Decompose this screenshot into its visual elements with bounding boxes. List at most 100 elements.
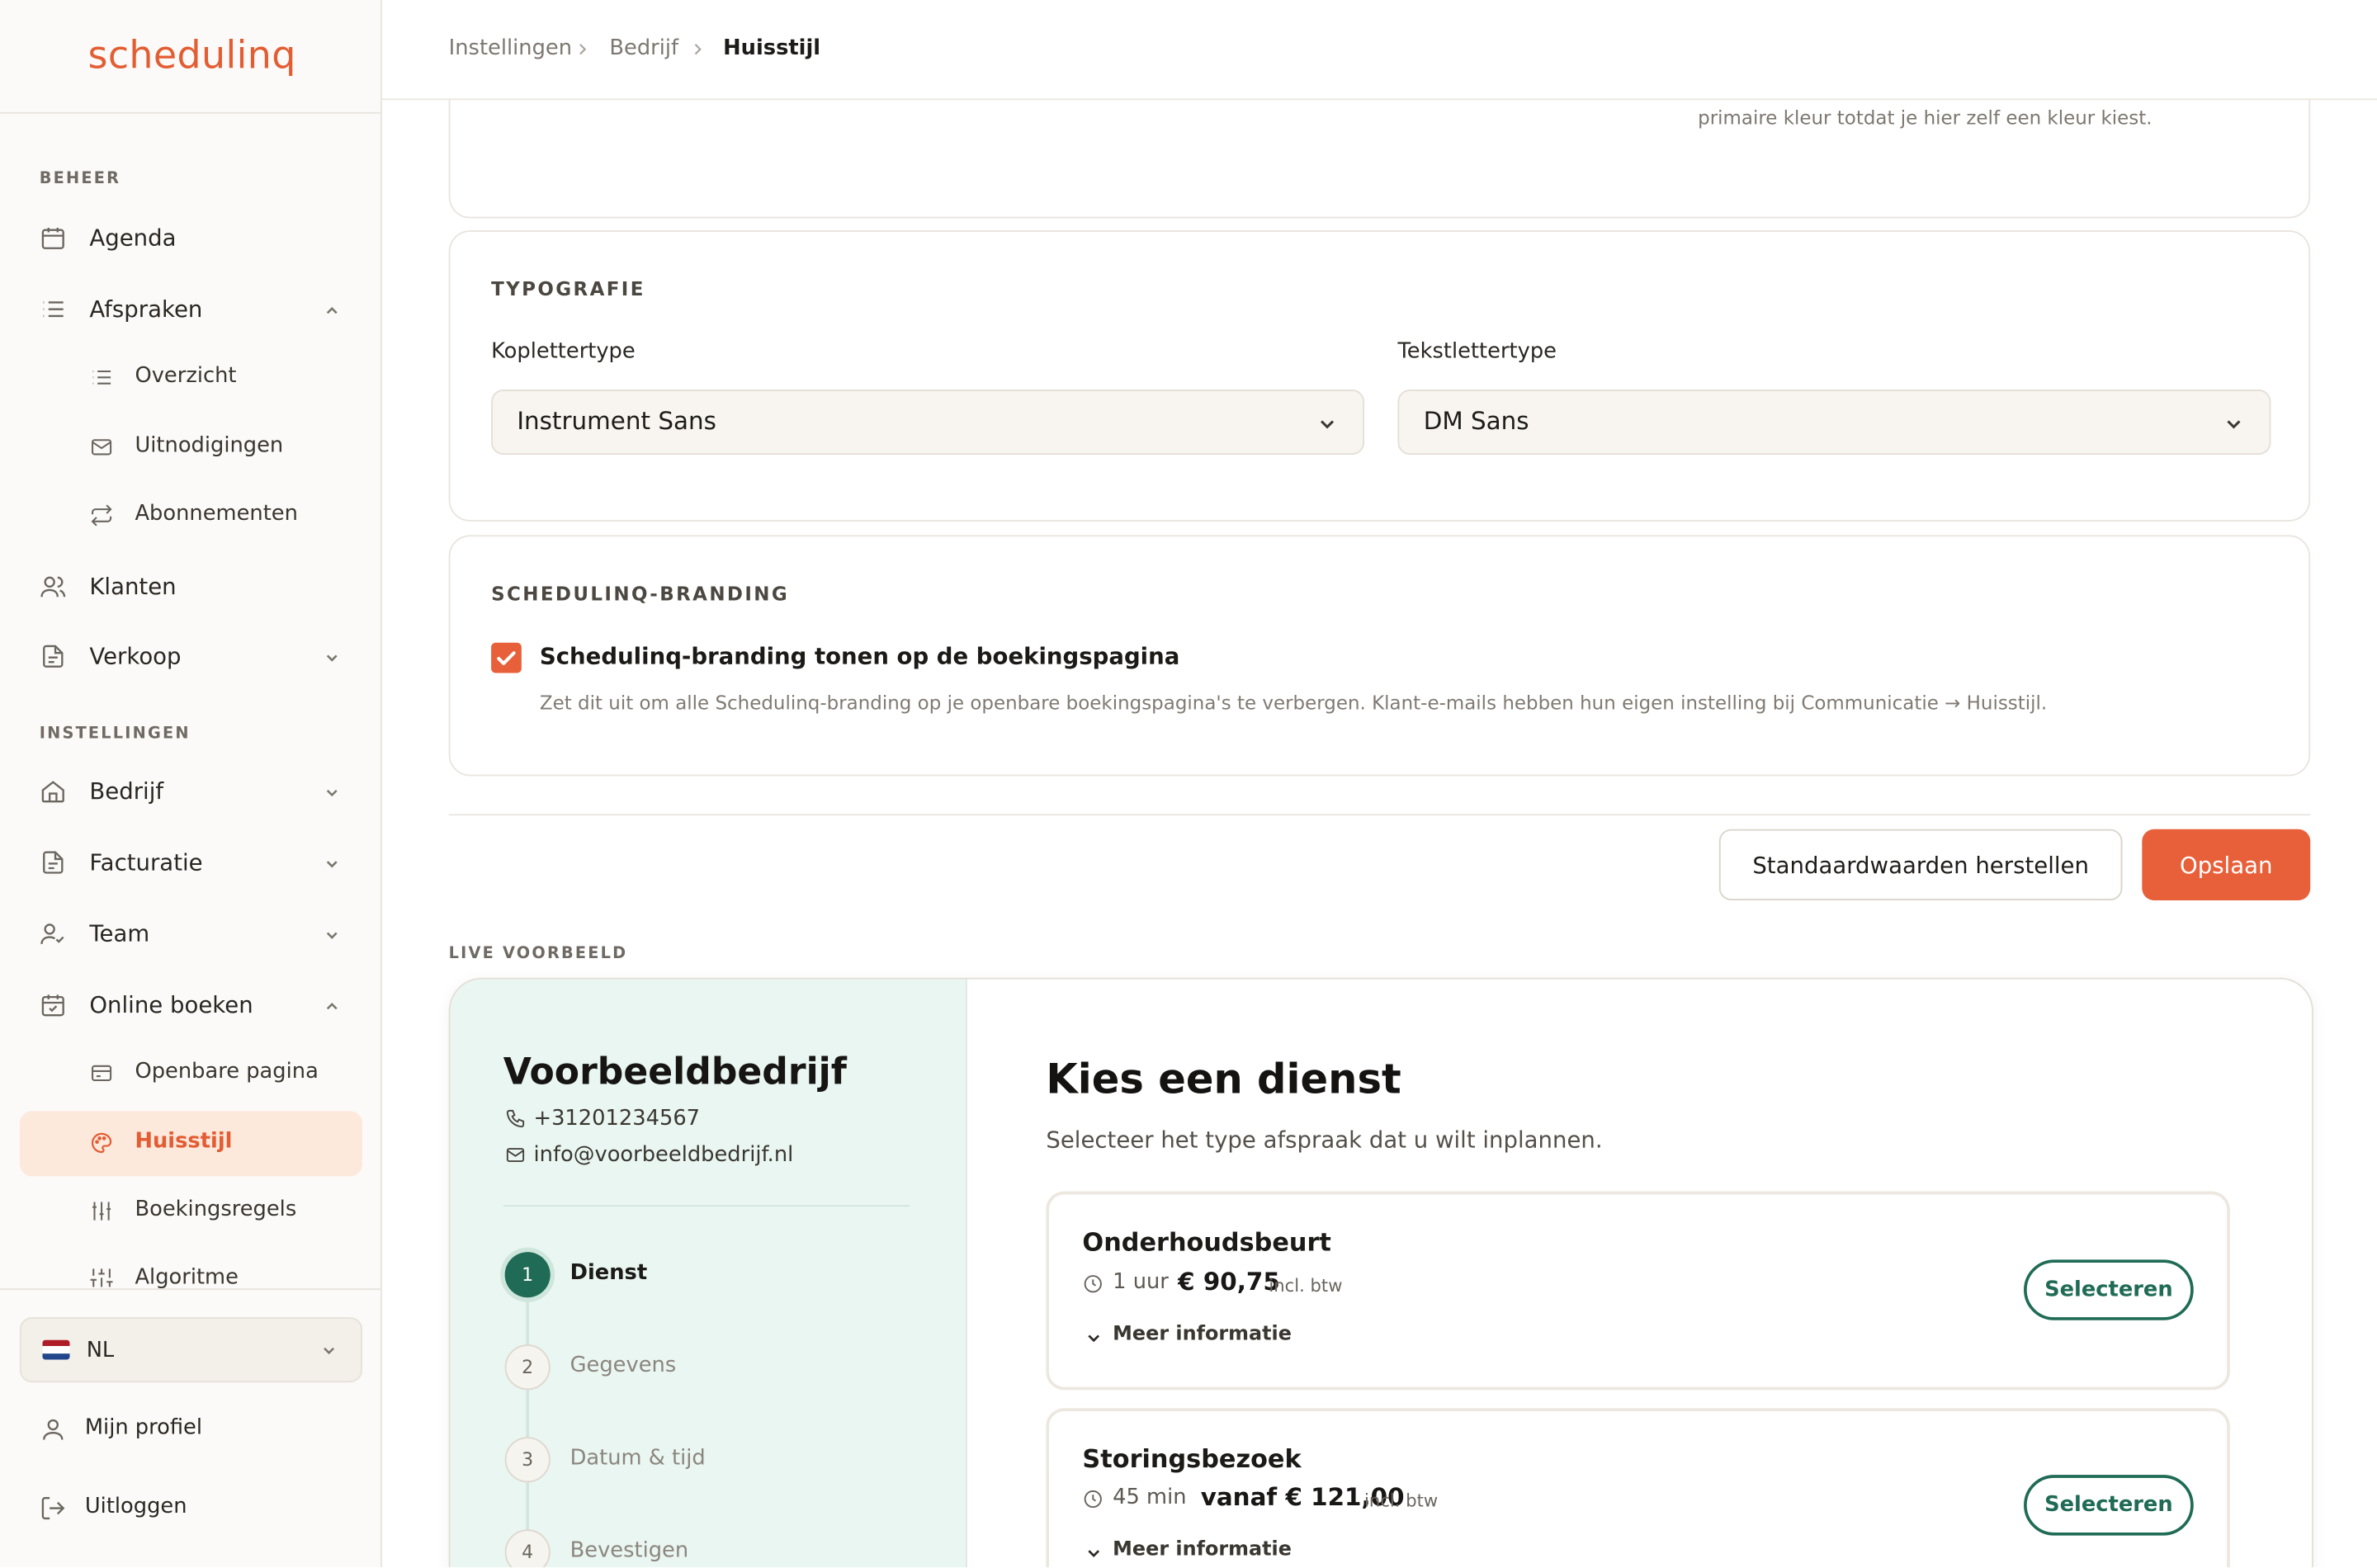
sidebar-item-label: Uitloggen xyxy=(84,1495,187,1519)
select-value: Instrument Sans xyxy=(517,406,716,436)
sidebar-subitem-openbare-pagina[interactable]: Openbare pagina xyxy=(20,1043,362,1103)
rules-icon xyxy=(89,1199,113,1223)
sidebar-subitem-algoritme[interactable]: Algoritme xyxy=(20,1246,362,1288)
chevron-right-icon xyxy=(576,42,590,56)
chevron-down-icon xyxy=(320,1342,338,1360)
card-icon xyxy=(89,1061,113,1085)
step-label: Bevestigen xyxy=(569,1538,689,1563)
heading-font-select[interactable]: Instrument Sans xyxy=(491,390,1365,456)
branding-checkbox[interactable] xyxy=(491,642,522,673)
users-icon xyxy=(40,573,67,600)
sidebar-subitem-huisstijl[interactable]: Huisstijl xyxy=(19,1111,362,1177)
list-icon xyxy=(89,366,113,390)
step-connector xyxy=(526,1482,530,1532)
card-title: SCHEDULINQ-BRANDING xyxy=(491,582,790,605)
branding-card: SCHEDULINQ-BRANDING Schedulinq-branding … xyxy=(448,535,2311,777)
sidebar-item-facturatie[interactable]: Facturatie xyxy=(20,831,362,895)
app-logo[interactable]: schedulinq xyxy=(88,33,296,77)
service-card[interactable]: Storingsbezoek 45 min vanaf € 121,00 inc… xyxy=(1046,1408,2230,1568)
select-service-button[interactable]: Selecteren xyxy=(2024,1475,2194,1536)
logout-icon xyxy=(40,1495,67,1522)
preview-heading: Kies een dienst xyxy=(1046,1056,1401,1104)
step-label: Gegevens xyxy=(569,1353,677,1378)
chevron-right-icon xyxy=(692,42,706,56)
phone-icon xyxy=(505,1108,527,1130)
preview-company-name: Voorbeeldbedrijf xyxy=(503,1050,847,1093)
sidebar-item-label: Verkoop xyxy=(89,642,182,670)
reset-defaults-button[interactable]: Standaardwaarden herstellen xyxy=(1718,829,2123,901)
save-button[interactable]: Opslaan xyxy=(2142,829,2311,901)
sidebar-item-label: Overzicht xyxy=(135,363,237,389)
chevron-down-icon xyxy=(1085,1545,1102,1561)
branding-help-text: Zet dit uit om alle Schedulinq-branding … xyxy=(539,691,2048,715)
sidebar-subitem-uitnodigingen[interactable]: Uitnodigingen xyxy=(20,417,362,477)
service-duration: 45 min xyxy=(1113,1485,1187,1510)
breadcrumb-instellingen[interactable]: Instellingen xyxy=(449,36,572,60)
preview-label: LIVE VOORBEELD xyxy=(448,944,628,963)
service-name: Storingsbezoek xyxy=(1082,1444,1302,1474)
chevron-down-icon xyxy=(323,784,341,802)
calendar-icon xyxy=(40,224,67,252)
branding-checkbox-label[interactable]: Schedulinq-branding tonen op de boekings… xyxy=(540,643,1179,670)
sidebar-item-klanten[interactable]: Klanten xyxy=(20,555,362,618)
sidebar-item-verkoop[interactable]: Verkoop xyxy=(20,625,362,688)
sidebar-item-label: Abonnementen xyxy=(135,501,298,527)
sidebar-subitem-abonnementen[interactable]: Abonnementen xyxy=(20,485,362,545)
step-label: Datum & tijd xyxy=(569,1446,706,1471)
sidebar-item-agenda[interactable]: Agenda xyxy=(20,206,362,270)
sidebar-item-online-boeken[interactable]: Online boeken xyxy=(20,973,362,1037)
divider xyxy=(448,814,2311,816)
section-label-beheer: BEHEER xyxy=(39,169,121,188)
service-tax-note: incl. btw xyxy=(1269,1274,1343,1296)
topbar: Instellingen Bedrijf Huisstijl xyxy=(381,0,2377,101)
sidebar-subitem-boekingsregels[interactable]: Boekingsregels xyxy=(20,1181,362,1241)
sidebar-item-label: Openbare pagina xyxy=(135,1059,319,1084)
sidebar-item-label: Klanten xyxy=(89,573,177,601)
select-service-button[interactable]: Selecteren xyxy=(2024,1259,2194,1320)
step-connector xyxy=(526,1297,530,1347)
list-icon xyxy=(40,295,67,323)
language-selector[interactable]: NL xyxy=(19,1317,362,1383)
chevron-down-icon xyxy=(323,855,341,873)
sidebar-item-label: Agenda xyxy=(89,224,177,252)
breadcrumb-bedrijf[interactable]: Bedrijf xyxy=(609,36,678,60)
palette-icon xyxy=(89,1131,113,1155)
language-label: NL xyxy=(86,1338,115,1363)
preview-email: info@voorbeeldbedrijf.nl xyxy=(533,1142,794,1168)
more-info-toggle[interactable]: Meer informatie xyxy=(1113,1538,1292,1561)
step-connector xyxy=(526,1390,530,1439)
check-icon xyxy=(497,651,516,665)
service-card[interactable]: Onderhoudsbeurt 1 uur € 90,75 incl. btw … xyxy=(1046,1191,2230,1391)
step-label-active: Dienst xyxy=(569,1261,648,1286)
preview-subheading: Selecteer het type afspraak dat u wilt i… xyxy=(1046,1126,1603,1154)
sidebar-item-uitloggen[interactable]: Uitloggen xyxy=(20,1476,362,1540)
step-number: 4 xyxy=(504,1529,551,1568)
sidebar-item-label: Mijn profiel xyxy=(84,1415,203,1440)
sidebar-item-afspraken[interactable]: Afspraken xyxy=(20,277,362,341)
section-label-instellingen: INSTELLINGEN xyxy=(39,724,191,744)
divider xyxy=(0,111,381,114)
body-font-select[interactable]: DM Sans xyxy=(1397,390,2271,456)
netherlands-flag-icon xyxy=(42,1339,70,1360)
divider xyxy=(503,1205,910,1207)
service-duration: 1 uur xyxy=(1113,1270,1169,1295)
sidebar-item-bedrijf[interactable]: Bedrijf xyxy=(20,759,362,823)
body-font-label: Tekstlettertype xyxy=(1397,339,1557,364)
card-title: TYPOGRAFIE xyxy=(491,277,645,300)
sidebar-item-label: Afspraken xyxy=(89,295,203,324)
more-info-toggle[interactable]: Meer informatie xyxy=(1113,1323,1292,1346)
sidebar-item-label: Huisstijl xyxy=(135,1129,233,1154)
invoice-icon xyxy=(40,849,67,876)
calendar-check-icon xyxy=(40,991,67,1018)
mail-icon xyxy=(505,1145,527,1166)
sidebar-item-team[interactable]: Team xyxy=(20,902,362,966)
document-icon xyxy=(40,643,67,670)
step-number-active: 1 xyxy=(504,1252,551,1298)
sidebar-item-label: Facturatie xyxy=(89,848,203,876)
sidebar-item-label: Online boeken xyxy=(89,991,253,1019)
sidebar-item-label: Bedrijf xyxy=(89,777,164,805)
sidebar-item-mijn-profiel[interactable]: Mijn profiel xyxy=(20,1397,362,1461)
heading-font-label: Koplettertype xyxy=(491,339,636,364)
sidebar-subitem-overzicht[interactable]: Overzicht xyxy=(20,347,362,408)
breadcrumb-current: Huisstijl xyxy=(723,36,821,61)
